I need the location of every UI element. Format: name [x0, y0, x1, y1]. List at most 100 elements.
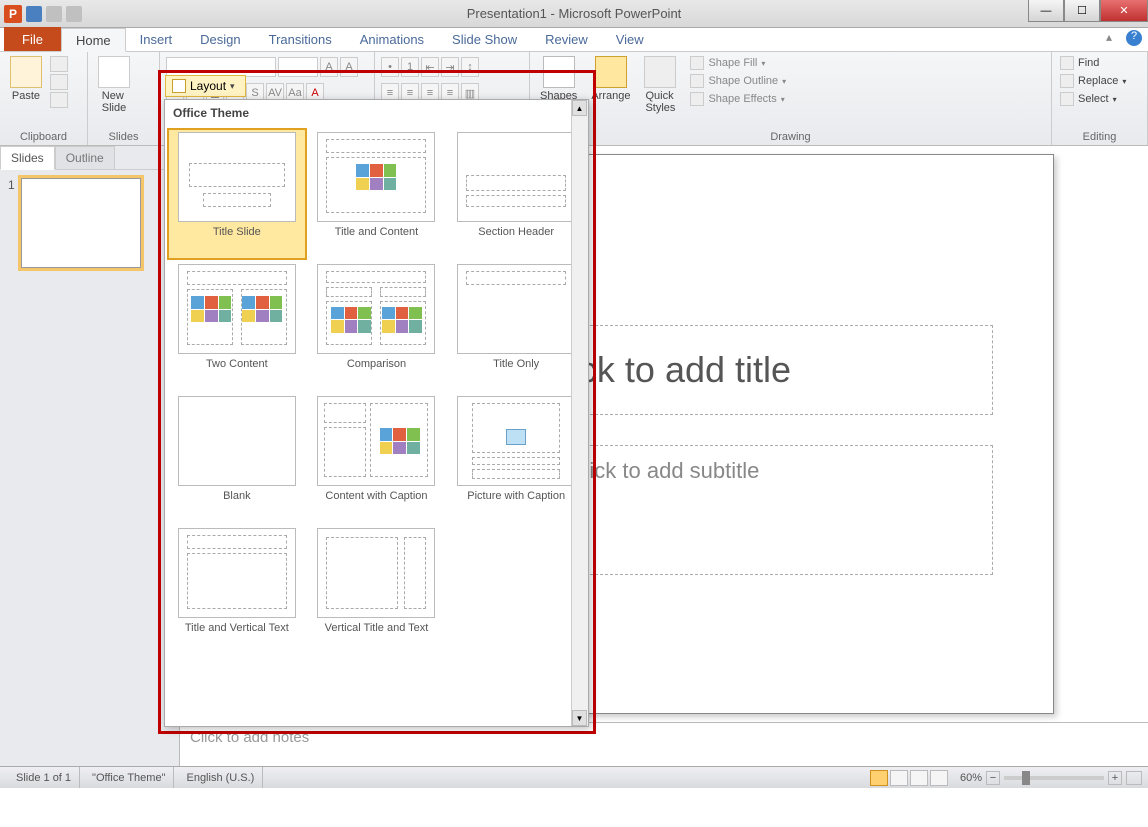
status-theme: "Office Theme": [84, 767, 174, 788]
tab-review[interactable]: Review: [531, 27, 602, 51]
scroll-up-icon[interactable]: ▲: [572, 100, 587, 116]
pane-tab-slides[interactable]: Slides: [0, 146, 55, 170]
view-normal-icon[interactable]: [870, 770, 888, 786]
layout-title-slide[interactable]: Title Slide: [169, 130, 305, 258]
redo-icon[interactable]: [66, 6, 82, 22]
tab-transitions[interactable]: Transitions: [255, 27, 346, 51]
editing-group: Find Replace▾ Select▾ Editing: [1052, 52, 1148, 145]
layout-blank[interactable]: Blank: [169, 394, 305, 522]
shape-effects-button[interactable]: Shape Effects▾: [690, 92, 786, 106]
clipboard-small-buttons: [50, 54, 68, 108]
drawing-group-label: Drawing: [536, 129, 1045, 145]
layout-name: Title and Content: [335, 226, 418, 256]
layout-section-header[interactable]: Section Header: [448, 130, 584, 258]
shape-format-list: Shape Fill▾ Shape Outline▾ Shape Effects…: [686, 54, 790, 108]
quick-access-toolbar: P: [4, 5, 82, 23]
minimize-ribbon-icon[interactable]: ▴: [1106, 30, 1122, 46]
layout-title-and-content[interactable]: Title and Content: [309, 130, 445, 258]
tab-view[interactable]: View: [602, 27, 658, 51]
close-button[interactable]: ✕: [1100, 0, 1148, 22]
undo-icon[interactable]: [46, 6, 62, 22]
zoom-out-button[interactable]: −: [986, 771, 1000, 785]
layout-button-icon: [172, 79, 186, 93]
layout-content-with-caption[interactable]: Content with Caption: [309, 394, 445, 522]
status-slide-info: Slide 1 of 1: [8, 767, 80, 788]
scroll-down-icon[interactable]: ▼: [572, 710, 587, 726]
layout-picture-with-caption[interactable]: Picture with Caption: [448, 394, 584, 522]
window-title: Presentation1 - Microsoft PowerPoint: [467, 6, 682, 21]
save-icon[interactable]: [26, 6, 42, 22]
select-icon: [1060, 92, 1074, 106]
thumbnail-list: 1: [0, 170, 179, 276]
layout-gallery-overlay: Layout ▾ Office Theme Title Slide Title …: [158, 70, 596, 734]
zoom-slider[interactable]: [1004, 776, 1104, 780]
copy-button[interactable]: [50, 74, 68, 90]
file-tab[interactable]: File: [4, 27, 61, 51]
shape-fill-button[interactable]: Shape Fill▾: [690, 56, 786, 70]
layout-two-content[interactable]: Two Content: [169, 262, 305, 390]
replace-button[interactable]: Replace▾: [1060, 74, 1139, 88]
layout-gallery-header: Office Theme: [165, 100, 588, 126]
layout-title-only[interactable]: Title Only: [448, 262, 584, 390]
layout-name: Vertical Title and Text: [325, 622, 429, 652]
select-button[interactable]: Select▾: [1060, 92, 1139, 106]
layout-name: Blank: [223, 490, 251, 520]
clipboard-group: Paste Clipboard: [0, 52, 88, 145]
layout-button-label: Layout: [190, 79, 226, 93]
layout-name: Title and Vertical Text: [185, 622, 289, 652]
format-painter-button[interactable]: [50, 92, 68, 108]
view-sorter-icon[interactable]: [890, 770, 908, 786]
tab-insert[interactable]: Insert: [126, 27, 187, 51]
pane-tabs: Slides Outline ×: [0, 146, 179, 170]
view-mode-icons: [870, 770, 948, 786]
paste-icon: [10, 56, 42, 88]
new-slide-icon: [98, 56, 130, 88]
paste-button[interactable]: Paste: [6, 54, 46, 104]
shape-outline-icon: [690, 74, 704, 88]
layout-name: Title Slide: [213, 226, 261, 256]
slides-pane: Slides Outline × 1: [0, 146, 180, 766]
arrange-label: Arrange: [591, 90, 630, 102]
app-icon: P: [4, 5, 22, 23]
quick-styles-button[interactable]: Quick Styles: [640, 54, 680, 116]
shape-fill-icon: [690, 56, 704, 70]
layout-title-and-vertical-text[interactable]: Title and Vertical Text: [169, 526, 305, 654]
shape-outline-button[interactable]: Shape Outline▾: [690, 74, 786, 88]
layout-thumb: [178, 132, 296, 222]
status-language[interactable]: English (U.S.): [178, 767, 263, 788]
thumb-preview: [21, 178, 141, 268]
slide-thumbnail-1[interactable]: 1: [8, 178, 171, 268]
clipboard-group-label: Clipboard: [6, 129, 81, 145]
cut-button[interactable]: [50, 56, 68, 72]
arrange-icon: [595, 56, 627, 88]
zoom-in-button[interactable]: +: [1108, 771, 1122, 785]
layout-button[interactable]: Layout ▾: [165, 75, 246, 97]
chevron-down-icon: ▾: [230, 81, 235, 92]
layout-name: Two Content: [206, 358, 268, 388]
tab-design[interactable]: Design: [186, 27, 254, 51]
tab-home[interactable]: Home: [61, 28, 126, 52]
view-reading-icon[interactable]: [910, 770, 928, 786]
picture-icon: [506, 429, 526, 445]
help-icon[interactable]: ?: [1126, 30, 1142, 46]
new-slide-button[interactable]: New Slide: [94, 54, 134, 116]
tab-slide-show[interactable]: Slide Show: [438, 27, 531, 51]
minimize-button[interactable]: —: [1028, 0, 1064, 22]
layout-name: Content with Caption: [325, 490, 427, 520]
title-bar: P Presentation1 - Microsoft PowerPoint —…: [0, 0, 1148, 28]
help-area: ▴ ?: [1106, 30, 1142, 46]
new-slide-label: New Slide: [102, 90, 126, 114]
gallery-scrollbar[interactable]: ▲ ▼: [571, 100, 588, 726]
find-button[interactable]: Find: [1060, 56, 1139, 70]
layout-vertical-title-and-text[interactable]: Vertical Title and Text: [309, 526, 445, 654]
zoom-thumb[interactable]: [1022, 771, 1030, 785]
paste-label: Paste: [12, 90, 40, 102]
view-slideshow-icon[interactable]: [930, 770, 948, 786]
status-bar: Slide 1 of 1 "Office Theme" English (U.S…: [0, 766, 1148, 788]
fit-to-window-button[interactable]: [1126, 771, 1142, 785]
layout-comparison[interactable]: Comparison: [309, 262, 445, 390]
thumb-number: 1: [8, 178, 15, 268]
maximize-button[interactable]: ☐: [1064, 0, 1100, 22]
pane-tab-outline[interactable]: Outline: [55, 146, 115, 170]
tab-animations[interactable]: Animations: [346, 27, 438, 51]
